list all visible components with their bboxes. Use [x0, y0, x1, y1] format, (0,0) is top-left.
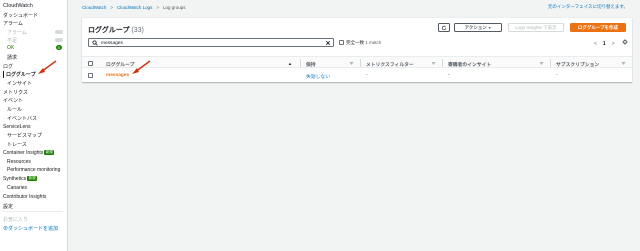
breadcrumb-cloudwatch-logs[interactable]: CloudWatch Logs: [117, 5, 152, 10]
ok-count-badge: 0: [56, 45, 62, 50]
search-icon: [92, 40, 98, 46]
synthetics-label: Synthetics: [3, 176, 27, 182]
sidebar-item-resources[interactable]: Resources: [7, 159, 31, 165]
sidebar-item-events[interactable]: イベント: [3, 97, 23, 104]
annotation-arrow-sidebar: [38, 60, 57, 74]
sidebar-item-synthetics[interactable]: Synthetics 新規: [3, 176, 38, 182]
create-log-group-button[interactable]: ロググループを作成: [570, 23, 626, 32]
log-groups-panel: ロググループ (33) アクション ▼ Logs Insights で表示 ログ…: [82, 17, 632, 82]
column-contributor-insights[interactable]: 寄稿者のインサイト: [448, 61, 491, 68]
exact-match-label: 完全一致 1 match: [346, 40, 381, 46]
sidebar-item-insufficient[interactable]: 不足: [7, 37, 17, 44]
sidebar-item-settings[interactable]: 設定: [3, 203, 13, 210]
subscription-value: -: [556, 72, 558, 78]
row-checkbox[interactable]: [88, 72, 93, 78]
new-badge: 新規: [27, 176, 38, 181]
sidebar-item-servicelens[interactable]: ServiceLens: [3, 124, 31, 130]
add-dashboard-link[interactable]: ⊕ダッシュボードを追加: [3, 225, 58, 232]
exact-match-text: 完全一致: [346, 40, 364, 45]
log-groups-count: (33): [131, 27, 144, 34]
breadcrumb-cloudwatch[interactable]: CloudWatch: [82, 5, 106, 10]
column-divider: [360, 59, 361, 67]
table-header: ロググループ ▲ 保持 メトリクスフィルター 寄稿者のインサイト サブスクリプシ…: [82, 56, 632, 68]
sidebar-favorites-heading: お気に入り: [3, 217, 29, 223]
alarm-count-toggle: [55, 30, 63, 34]
pagination: <1 >: [591, 39, 628, 47]
sidebar-item-container-insights[interactable]: Container Insights 新規: [3, 150, 55, 156]
sort-ascending-icon[interactable]: ▲: [288, 61, 292, 66]
column-divider: [550, 59, 551, 67]
sidebar-item-alarm-state[interactable]: アラーム: [7, 29, 27, 36]
refresh-icon: [441, 24, 447, 30]
sidebar-item-metrics[interactable]: メトリクス: [3, 89, 28, 96]
select-all-checkbox[interactable]: [88, 60, 93, 66]
match-count: 1 match: [365, 40, 382, 45]
sidebar-item-traces[interactable]: トレース: [7, 141, 27, 148]
sidebar-nav: CloudWatch ダッシュボード アラーム アラーム 不足 OK 0 請求 …: [0, 0, 68, 251]
metric-filters-value: -: [366, 72, 368, 78]
exact-match-checkbox[interactable]: [339, 40, 344, 45]
page-title: ロググループ (33): [88, 25, 144, 35]
log-groups-title: ロググループ: [88, 27, 130, 34]
breadcrumb-separator: >: [156, 5, 159, 10]
next-page-button[interactable]: >: [612, 41, 615, 47]
breadcrumb-log-groups: Log groups: [162, 5, 186, 10]
search-input[interactable]: messages: [88, 38, 334, 47]
filter-icon[interactable]: [431, 61, 436, 66]
sidebar-item-billing[interactable]: 請求: [7, 54, 17, 61]
sidebar-item-performance-monitoring[interactable]: Performance monitoring: [7, 167, 60, 173]
column-metric-filters[interactable]: メトリクスフィルター: [366, 61, 414, 68]
prev-page-button[interactable]: <: [594, 41, 597, 47]
gear-icon[interactable]: [622, 39, 628, 45]
actions-label: アクション: [464, 25, 487, 30]
current-page[interactable]: 1: [603, 41, 606, 47]
switch-interface-link[interactable]: 元のインターフェイスに切り替えます。: [548, 4, 628, 10]
filter-icon[interactable]: [621, 61, 626, 66]
breadcrumb: CloudWatch > CloudWatch Logs > Log groups: [82, 5, 186, 10]
sidebar-item-alarms[interactable]: アラーム: [3, 20, 23, 27]
annotation-arrow-row: [132, 60, 151, 74]
sidebar-item-event-buses[interactable]: イベントバス: [7, 115, 37, 122]
sidebar-item-logs[interactable]: ログ: [3, 63, 13, 70]
log-group-link[interactable]: messages: [106, 73, 129, 78]
insufficient-count-toggle: [55, 38, 63, 42]
retention-value[interactable]: 失効しない: [306, 73, 330, 80]
column-subscription[interactable]: サブスクリプション: [556, 61, 599, 68]
filter-icon[interactable]: [349, 61, 354, 66]
search-value: messages: [101, 40, 123, 46]
refresh-button[interactable]: [438, 23, 450, 32]
logs-insights-button[interactable]: Logs Insights で表示: [508, 23, 564, 32]
table-row[interactable]: messages 失効しない - - -: [82, 68, 632, 82]
add-dashboard-label: ダッシュボードを追加: [8, 226, 59, 232]
sidebar-item-insights[interactable]: インサイト: [7, 80, 32, 87]
sidebar-item-contributor-insights[interactable]: Contributor Insights: [3, 194, 46, 200]
sidebar-item-dashboards[interactable]: ダッシュボード: [3, 12, 38, 19]
sidebar-item-cloudwatch[interactable]: CloudWatch: [3, 3, 33, 9]
container-insights-label: Container Insights: [3, 150, 44, 156]
breadcrumb-separator: >: [110, 5, 113, 10]
caret-down-icon: ▼: [488, 26, 492, 30]
column-divider: [442, 59, 443, 67]
filter-icon[interactable]: [539, 61, 544, 66]
column-retention[interactable]: 保持: [306, 61, 316, 68]
contributor-insights-value: -: [448, 72, 450, 78]
actions-dropdown[interactable]: アクション ▼: [454, 23, 502, 32]
sidebar-item-log-groups[interactable]: ロググループ: [3, 71, 36, 78]
sidebar-item-service-map[interactable]: サービスマップ: [7, 132, 42, 139]
sidebar-divider: [3, 211, 63, 212]
sidebar-item-ok[interactable]: OK: [7, 45, 14, 51]
sidebar-item-canaries[interactable]: Canaries: [7, 185, 27, 191]
sidebar-item-rules[interactable]: ルール: [7, 106, 22, 113]
close-icon[interactable]: [325, 40, 331, 46]
column-divider: [300, 59, 301, 67]
new-badge: 新規: [44, 150, 55, 155]
